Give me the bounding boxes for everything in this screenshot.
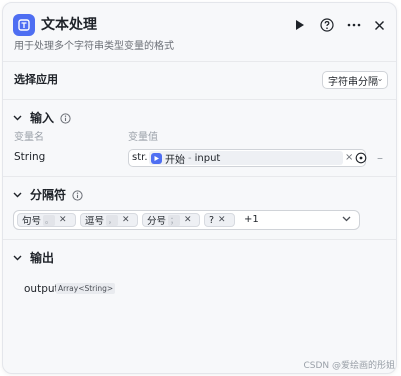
tag-remove-icon[interactable]: ✕ bbox=[184, 215, 192, 225]
separator-section-title: 分隔符 bbox=[30, 188, 67, 202]
chevron-down-icon[interactable] bbox=[13, 115, 22, 121]
app-select-value: 字符串分隔 bbox=[328, 76, 378, 88]
node-panel: 文本处理 用于处理多个字符串类型变量的格式 选择应用 字符串分隔 输入 变量名 … bbox=[2, 2, 397, 374]
tag-remove-icon[interactable]: ✕ bbox=[59, 215, 67, 225]
help-icon[interactable] bbox=[317, 15, 337, 35]
output-section-header[interactable]: 输出 bbox=[13, 250, 54, 266]
separator-section: 分隔符 bbox=[3, 177, 396, 240]
variable-value-field[interactable]: str. 开始 - input × bbox=[128, 149, 367, 167]
remove-row-button[interactable]: – bbox=[377, 152, 383, 164]
separator-tag: ? ✕ bbox=[204, 213, 235, 227]
info-icon[interactable] bbox=[60, 112, 71, 124]
play-icon[interactable] bbox=[290, 15, 310, 35]
type-tag: str. bbox=[132, 152, 148, 163]
start-node-icon bbox=[151, 152, 162, 164]
output-variable-name: output bbox=[24, 283, 59, 295]
reference-variable-name: input bbox=[194, 152, 221, 164]
tag-remove-icon[interactable]: ✕ bbox=[218, 215, 226, 225]
column-header-name: 变量名 bbox=[14, 132, 44, 143]
target-icon[interactable] bbox=[355, 152, 367, 164]
more-icon[interactable] bbox=[344, 15, 364, 35]
chevron-down-icon[interactable] bbox=[13, 192, 22, 198]
input-section-header[interactable]: 输入 bbox=[13, 110, 71, 126]
input-section-title: 输入 bbox=[30, 111, 55, 125]
separator-tag: 分号 ； ✕ bbox=[142, 213, 200, 227]
column-header-value: 变量值 bbox=[128, 132, 158, 143]
reference-node-name: 开始 bbox=[165, 154, 185, 166]
variable-name: String bbox=[14, 151, 46, 163]
tag-remove-icon[interactable]: ✕ bbox=[122, 215, 130, 225]
node-title: 文本处理 bbox=[41, 17, 97, 33]
node-header: 文本处理 用于处理多个字符串类型变量的格式 bbox=[3, 3, 396, 62]
select-app-row: 选择应用 字符串分隔 bbox=[3, 61, 396, 100]
output-section: 输出 output Array<String> bbox=[3, 240, 396, 373]
chevron-down-icon[interactable] bbox=[13, 255, 22, 261]
chevron-down-icon[interactable] bbox=[342, 216, 351, 222]
watermark: CSDN @爱绘画的彤姐 bbox=[303, 361, 395, 371]
close-icon[interactable] bbox=[369, 15, 389, 35]
app-select-dropdown[interactable]: 字符串分隔 bbox=[322, 71, 388, 89]
separator-section-header[interactable]: 分隔符 bbox=[13, 187, 83, 203]
more-tags-count: +1 bbox=[244, 214, 259, 225]
reference-separator: - bbox=[188, 152, 192, 164]
clear-icon[interactable]: × bbox=[345, 152, 353, 164]
info-icon[interactable] bbox=[72, 189, 83, 201]
separator-select[interactable]: 句号 。 ✕ 逗号 ， ✕ 分号 ； ✕ ? ✕ +1 bbox=[13, 210, 360, 230]
text-node-icon bbox=[13, 14, 35, 36]
separator-tag: 逗号 ， ✕ bbox=[80, 213, 138, 227]
separator-tag: 句号 。 ✕ bbox=[17, 213, 76, 227]
output-section-title: 输出 bbox=[30, 251, 55, 265]
select-app-label: 选择应用 bbox=[14, 73, 58, 86]
chevron-down-icon bbox=[378, 79, 382, 82]
output-type-badge: Array<String> bbox=[56, 283, 116, 294]
variable-reference-chip[interactable]: 开始 - input bbox=[149, 151, 343, 166]
node-description: 用于处理多个字符串类型变量的格式 bbox=[14, 41, 174, 52]
